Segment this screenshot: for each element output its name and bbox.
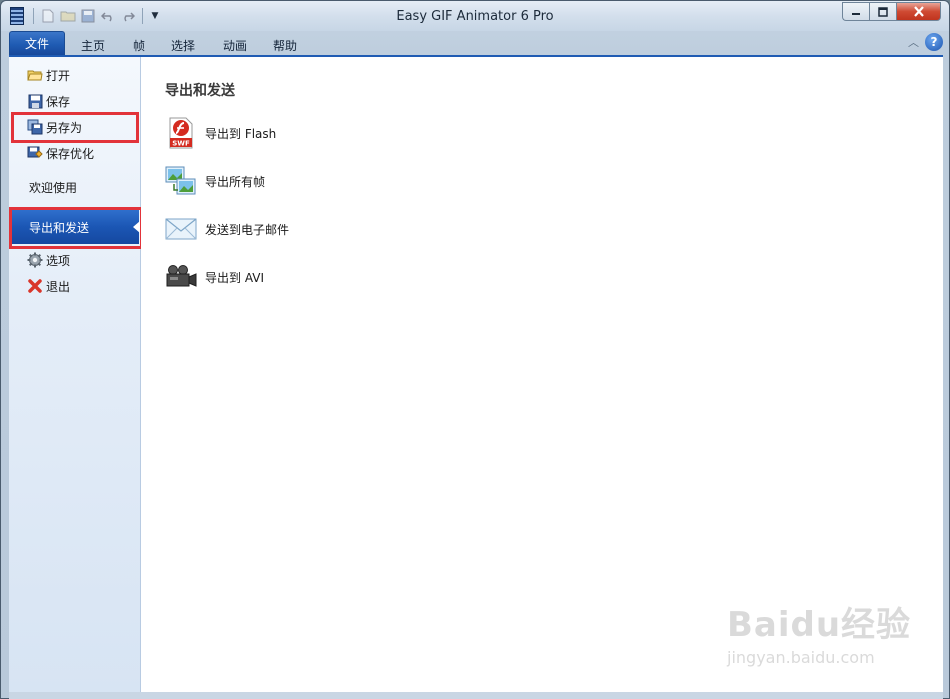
watermark-url: jingyan.baidu.com [727,648,875,667]
menu-options-label: 选项 [46,253,71,268]
maximize-button[interactable] [869,2,896,21]
menu-welcome[interactable]: 欢迎使用 [29,179,77,196]
baidu-watermark: Baidu经验 jingyan.baidu.com [727,597,927,677]
ribbon-right-controls: ︿ ? [908,33,943,51]
envelope-icon [165,212,197,246]
swf-badge-text: SWF [172,140,190,148]
menu-save-optimized[interactable]: 保存优化 [9,142,141,164]
maximize-icon [878,6,888,17]
save-optimized-icon [27,145,43,161]
send-by-email-button[interactable]: 发送到电子邮件 [165,212,289,246]
tab-select[interactable]: 选择 [165,35,201,55]
content-title: 导出和发送 [165,83,235,99]
minimize-icon [852,12,860,15]
close-button[interactable] [896,2,941,21]
menu-exit[interactable]: 退出 [9,275,141,297]
menu-open[interactable]: 打开 [9,64,141,86]
window-title: Easy GIF Animator 6 Pro [396,9,554,24]
app-window: ▼ Easy GIF Animator 6 Pro 文件 主页 帧 选择 动画 … [0,0,950,699]
menu-save[interactable]: 保存 [9,90,141,112]
send-by-email-label: 发送到电子邮件 [205,222,290,237]
swf-flash-icon: SWF [165,116,197,150]
ribbon-tabs: 文件 主页 帧 选择 动画 帮助 ︿ ? [9,31,943,55]
highlight-box-save-as [11,112,139,143]
menu-options[interactable]: 选项 [9,249,141,271]
menu-save-label: 保存 [46,94,71,109]
help-icon[interactable]: ? [925,33,943,51]
export-all-frames-button[interactable]: 导出所有帧 [165,164,265,198]
tab-home[interactable]: 主页 [75,35,111,55]
minimize-button[interactable] [842,2,869,21]
title-bar: ▼ Easy GIF Animator 6 Pro [1,1,949,31]
menu-exit-label: 退出 [46,279,71,294]
close-icon [913,6,924,17]
watermark-brand: Baidu经验 [727,605,912,645]
gear-icon [27,252,43,268]
frames-images-icon [165,164,197,198]
tab-frame[interactable]: 帧 [127,35,151,55]
export-to-avi-label: 导出到 AVI [205,270,265,285]
export-to-flash-label: 导出到 Flash [205,126,277,141]
window-bottom-border [9,692,943,699]
tab-animation[interactable]: 动画 [217,35,253,55]
window-controls [842,2,941,21]
highlight-box-export-and-send [9,207,143,249]
menu-open-label: 打开 [46,68,71,83]
folder-open-icon [27,67,43,83]
collapse-ribbon-icon[interactable]: ︿ [908,34,919,50]
video-camera-icon [165,260,197,294]
tab-file[interactable]: 文件 [9,31,65,55]
menu-save-optimized-label: 保存优化 [46,146,95,161]
red-x-icon [27,278,43,294]
export-to-avi-button[interactable]: 导出到 AVI [165,260,264,294]
export-to-flash-button[interactable]: SWF 导出到 Flash [165,116,276,150]
export-all-frames-label: 导出所有帧 [205,174,266,189]
tab-help[interactable]: 帮助 [267,35,303,55]
floppy-disk-icon [27,93,43,109]
backstage-sidebar: 打开 保存 另存为 保存优化 欢迎使用 导出和发送 选项 退出 [9,57,141,692]
